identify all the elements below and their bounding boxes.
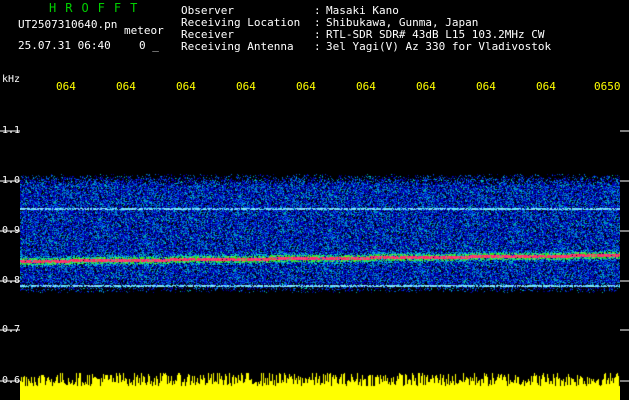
time-tick-label: 0650 — [594, 80, 621, 93]
date-time: 25.07.31 06:40 — [18, 39, 111, 52]
info-key-location: Receiving Location — [181, 16, 301, 29]
frequency-unit-label: kHz — [2, 74, 21, 85]
info-colon: : — [314, 40, 321, 53]
info-colon: : — [314, 4, 321, 17]
meteor-label: meteor — [124, 24, 164, 37]
info-key-observer: Observer — [181, 4, 234, 17]
time-tick-label: 064 — [356, 80, 376, 93]
info-value-observer: Masaki Kano — [326, 4, 399, 17]
info-colon: : — [314, 16, 321, 29]
time-tick-label: 064 — [416, 80, 436, 93]
info-value-receiver: RTL-SDR SDR# 43dB L15 103.2MHz CW — [326, 28, 545, 41]
spectrogram-canvas — [20, 101, 620, 400]
info-colon: : — [314, 28, 321, 41]
time-tick-label: 064 — [56, 80, 76, 93]
info-key-receiver: Receiver — [181, 28, 234, 41]
info-key-antenna: Receiving Antenna — [181, 40, 294, 53]
time-tick-label: 064 — [116, 80, 136, 93]
app-title: HROFFT — [49, 1, 147, 15]
info-value-location: Shibukawa, Gunma, Japan — [326, 16, 479, 29]
time-tick-label: 064 — [236, 80, 256, 93]
time-tick-label: 064 — [176, 80, 196, 93]
info-value-antenna: 3el Yagi(V) Az 330 for Vladivostok — [326, 40, 552, 53]
time-tick-label: 064 — [296, 80, 316, 93]
meteor-count: 0 _ — [139, 39, 159, 52]
time-tick-label: 064 — [476, 80, 496, 93]
time-tick-label: 064 — [536, 80, 556, 93]
file-name: UT2507310640.pn — [18, 18, 118, 31]
